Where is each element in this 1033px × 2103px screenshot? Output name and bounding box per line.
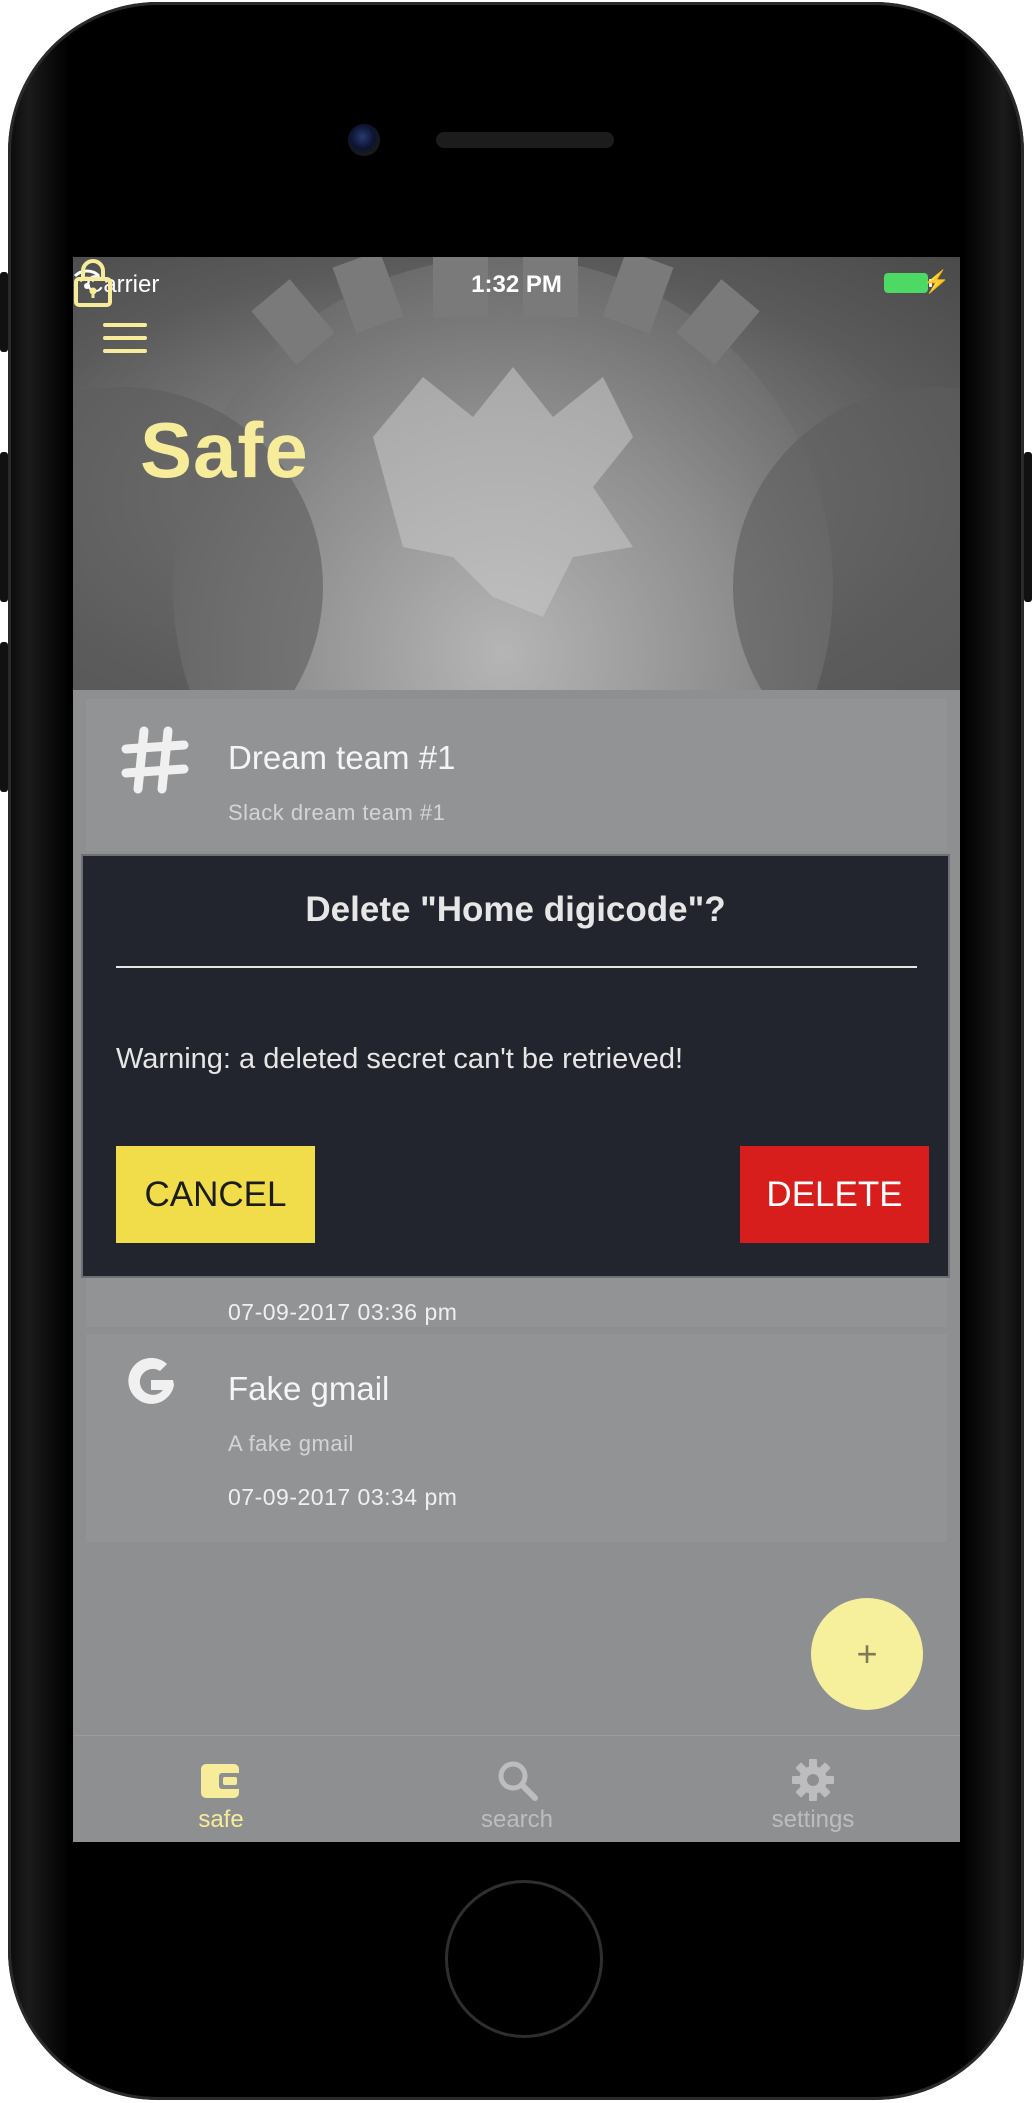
search-icon — [498, 1761, 538, 1801]
mute-switch — [0, 272, 8, 352]
item-subtitle: Slack dream team #1 — [228, 800, 446, 825]
gear-icon — [792, 1759, 834, 1801]
app-screen: Carrier 1:32 PM ⚡ Safe Dream team #1 Sla… — [73, 257, 960, 1842]
page-title: Safe — [140, 406, 309, 494]
charging-icon: ⚡ — [922, 269, 950, 294]
cancel-button[interactable]: CANCEL — [116, 1146, 315, 1243]
dialog-title: Delete "Home digicode"? — [305, 890, 726, 929]
item-date: 07-09-2017 03:36 pm — [228, 1299, 458, 1325]
front-camera — [348, 124, 380, 156]
item-date: 07-09-2017 03:34 pm — [228, 1484, 458, 1510]
bottom-tab-bar: safe search settings — [73, 1735, 960, 1842]
list-item[interactable]: Fake gmail A fake gmail 07-09-2017 03:34… — [86, 1334, 947, 1542]
delete-confirm-dialog: Delete "Home digicode"? Warning: a delet… — [83, 856, 948, 1276]
clock: 1:32 PM — [471, 271, 562, 298]
header-banner: Carrier 1:32 PM ⚡ Safe — [73, 257, 960, 690]
tab-label: search — [480, 1806, 554, 1833]
slack-hash-icon — [120, 725, 190, 795]
home-button[interactable] — [445, 1880, 603, 2038]
lock-icon[interactable] — [73, 257, 113, 307]
status-bar: Carrier 1:32 PM ⚡ — [73, 267, 960, 299]
item-title: Fake gmail — [228, 1370, 390, 1407]
add-secret-button[interactable]: + — [811, 1598, 923, 1710]
dialog-message: Warning: a deleted secret can't be retri… — [116, 1043, 684, 1075]
battery-icon — [884, 273, 928, 293]
earpiece-speaker — [436, 132, 614, 148]
hamburger-menu-icon[interactable] — [103, 323, 147, 355]
power-button — [1024, 452, 1032, 602]
dialog-divider — [116, 966, 917, 968]
google-icon — [120, 1354, 190, 1424]
tab-label: safe — [198, 1806, 244, 1833]
tab-settings[interactable]: settings — [665, 1736, 960, 1842]
tab-safe[interactable]: safe — [73, 1736, 369, 1842]
item-title: Dream team #1 — [228, 739, 456, 776]
item-subtitle: A fake gmail — [228, 1431, 354, 1456]
volume-up-button — [0, 452, 8, 602]
volume-down-button — [0, 642, 8, 792]
tab-search[interactable]: search — [369, 1736, 665, 1842]
wallet-icon — [201, 1764, 241, 1798]
tab-label: settings — [771, 1806, 855, 1833]
list-item[interactable]: Dream team #1 Slack dream team #1 — [86, 699, 947, 851]
delete-button[interactable]: DELETE — [740, 1146, 929, 1243]
